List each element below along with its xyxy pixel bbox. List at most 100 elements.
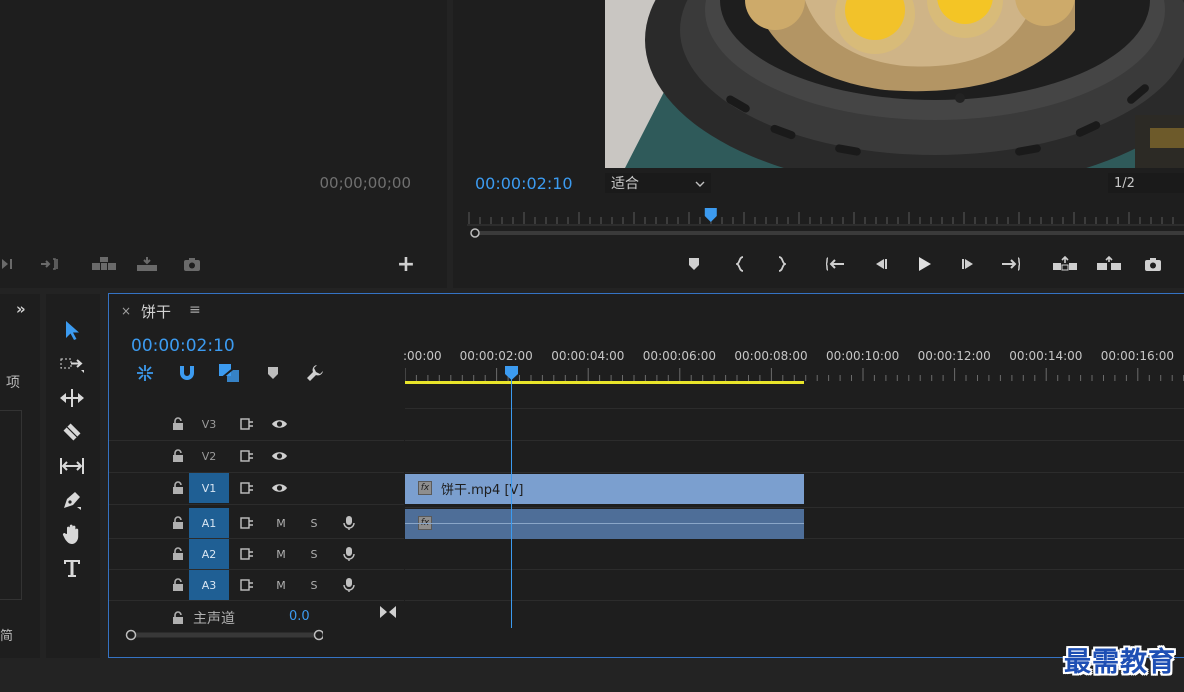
ruler-time-label: 00:00:08:00 bbox=[734, 349, 808, 363]
audio-clip[interactable]: fx bbox=[405, 509, 804, 539]
microphone-icon[interactable] bbox=[343, 515, 355, 531]
eye-icon[interactable] bbox=[271, 450, 288, 462]
mute-button[interactable]: M bbox=[274, 579, 288, 592]
sync-lock-icon[interactable] bbox=[240, 482, 254, 494]
sync-lock-icon[interactable] bbox=[240, 517, 254, 529]
playhead-handle[interactable] bbox=[505, 366, 518, 380]
sequence-tab-title[interactable]: 饼干 bbox=[141, 301, 171, 322]
microphone-icon[interactable] bbox=[343, 577, 355, 593]
lock-icon[interactable] bbox=[171, 417, 185, 431]
microphone-icon[interactable] bbox=[343, 546, 355, 562]
solo-button[interactable]: S bbox=[307, 517, 321, 530]
track-header-a2[interactable]: A2 M S bbox=[109, 539, 404, 570]
export-frame-icon[interactable] bbox=[1140, 254, 1166, 274]
timeline-track-area[interactable]: :00:00 00:00:02:00 00:00:04:00 00:00:06:00 0… bbox=[403, 346, 1184, 646]
track-target-toggle[interactable]: V1 bbox=[189, 473, 229, 503]
overwrite-icon[interactable] bbox=[90, 254, 118, 274]
lift-icon[interactable] bbox=[1051, 254, 1079, 274]
video-preview-frame bbox=[605, 0, 1184, 168]
program-timecode[interactable]: 00:00:02:10 bbox=[475, 174, 573, 193]
track-header-v1[interactable]: V1 bbox=[109, 473, 404, 504]
selection-tool-icon[interactable] bbox=[56, 316, 88, 344]
track-target-toggle[interactable]: V3 bbox=[189, 409, 229, 439]
track-target-toggle[interactable]: V2 bbox=[189, 441, 229, 471]
razor-tool-icon[interactable] bbox=[56, 418, 88, 446]
video-clip[interactable]: fx 饼干.mp4 [V] bbox=[405, 474, 804, 504]
lock-icon[interactable] bbox=[171, 481, 185, 495]
mark-in-icon[interactable] bbox=[728, 254, 754, 274]
lock-icon[interactable] bbox=[171, 547, 185, 561]
lock-icon[interactable] bbox=[171, 611, 185, 625]
playhead-line[interactable] bbox=[511, 372, 512, 628]
wrench-settings-icon[interactable] bbox=[303, 362, 327, 384]
panel-overflow-menu[interactable]: » bbox=[16, 300, 26, 318]
snap-magnet-icon[interactable] bbox=[175, 362, 199, 384]
program-zoom-scrollbar[interactable] bbox=[467, 228, 1184, 238]
step-back-icon[interactable] bbox=[867, 254, 893, 274]
close-sequence-button[interactable]: × bbox=[121, 304, 131, 318]
mute-button[interactable]: M bbox=[274, 548, 288, 561]
track-divider bbox=[109, 600, 404, 601]
pen-tool-icon[interactable] bbox=[56, 486, 88, 514]
lock-icon[interactable] bbox=[171, 578, 185, 592]
track-target-toggle[interactable]: A1 bbox=[189, 508, 229, 538]
go-to-out-icon[interactable] bbox=[997, 254, 1023, 274]
ruler-time-label: 00:00:02:00 bbox=[459, 349, 533, 363]
nest-sequence-icon[interactable] bbox=[133, 362, 157, 384]
source-monitor-panel: 00;00;00;00 + bbox=[0, 0, 447, 288]
source-timecode[interactable]: 00;00;00;00 bbox=[319, 174, 411, 192]
extract-icon[interactable] bbox=[1095, 254, 1123, 274]
sync-lock-icon[interactable] bbox=[240, 418, 254, 430]
program-playhead-handle[interactable] bbox=[704, 208, 717, 222]
track-lane-divider bbox=[405, 507, 1184, 508]
program-time-ruler[interactable] bbox=[467, 206, 1184, 226]
add-marker-icon[interactable] bbox=[681, 254, 707, 274]
sync-lock-icon[interactable] bbox=[240, 579, 254, 591]
track-target-toggle[interactable]: A3 bbox=[189, 570, 229, 600]
sync-lock-icon[interactable] bbox=[240, 450, 254, 462]
slip-tool-icon[interactable] bbox=[56, 452, 88, 480]
insert-icon[interactable] bbox=[38, 254, 62, 274]
timeline-timecode[interactable]: 00:00:02:10 bbox=[131, 336, 235, 356]
solo-button[interactable]: S bbox=[307, 579, 321, 592]
hand-tool-icon[interactable] bbox=[56, 520, 88, 548]
linked-selection-icon[interactable] bbox=[217, 362, 241, 384]
track-lane-divider bbox=[405, 440, 1184, 441]
program-monitor-panel: 00:00:02:10 适合 1/2 bbox=[453, 0, 1184, 288]
eye-icon[interactable] bbox=[271, 482, 288, 494]
eye-icon[interactable] bbox=[271, 418, 288, 430]
solo-button[interactable]: S bbox=[307, 548, 321, 561]
project-item-list[interactable] bbox=[0, 410, 22, 600]
mark-out-icon[interactable] bbox=[0, 254, 16, 274]
add-button[interactable]: + bbox=[396, 254, 416, 276]
timeline-zoom-scrollbar[interactable] bbox=[123, 629, 323, 641]
type-tool-icon[interactable] bbox=[56, 554, 88, 582]
lock-icon[interactable] bbox=[171, 449, 185, 463]
overwrite-down-icon[interactable] bbox=[134, 254, 160, 274]
resolution-value: 1/2 bbox=[1114, 175, 1135, 191]
zoom-level-select[interactable]: 适合 bbox=[605, 173, 711, 193]
export-frame-icon[interactable] bbox=[180, 254, 204, 274]
panel-menu-icon[interactable]: ≡ bbox=[189, 302, 201, 318]
step-forward-icon[interactable] bbox=[956, 254, 982, 274]
track-header-v2[interactable]: V2 bbox=[109, 441, 404, 472]
mark-out-icon[interactable] bbox=[768, 254, 794, 274]
lock-icon[interactable] bbox=[171, 516, 185, 530]
go-to-end-icon[interactable] bbox=[379, 605, 397, 619]
track-header-v3[interactable]: V3 bbox=[109, 409, 404, 440]
go-to-in-icon[interactable] bbox=[823, 254, 849, 274]
track-divider bbox=[109, 569, 404, 570]
track-header-a3[interactable]: A3 M S bbox=[109, 570, 404, 601]
sync-lock-icon[interactable] bbox=[240, 548, 254, 560]
track-target-toggle[interactable]: A2 bbox=[189, 539, 229, 569]
mute-button[interactable]: M bbox=[274, 517, 288, 530]
add-marker-icon[interactable] bbox=[261, 362, 285, 384]
track-select-tool-icon[interactable] bbox=[56, 350, 88, 378]
master-track-label: 主声道 bbox=[193, 611, 235, 627]
play-icon[interactable] bbox=[911, 254, 937, 274]
ripple-edit-tool-icon[interactable] bbox=[56, 384, 88, 412]
master-volume-value[interactable]: 0.0 bbox=[289, 609, 310, 624]
project-column-label: 项 bbox=[6, 375, 20, 391]
playback-resolution-select[interactable]: 1/2 bbox=[1108, 173, 1184, 193]
track-header-a1[interactable]: A1 M S bbox=[109, 508, 404, 539]
